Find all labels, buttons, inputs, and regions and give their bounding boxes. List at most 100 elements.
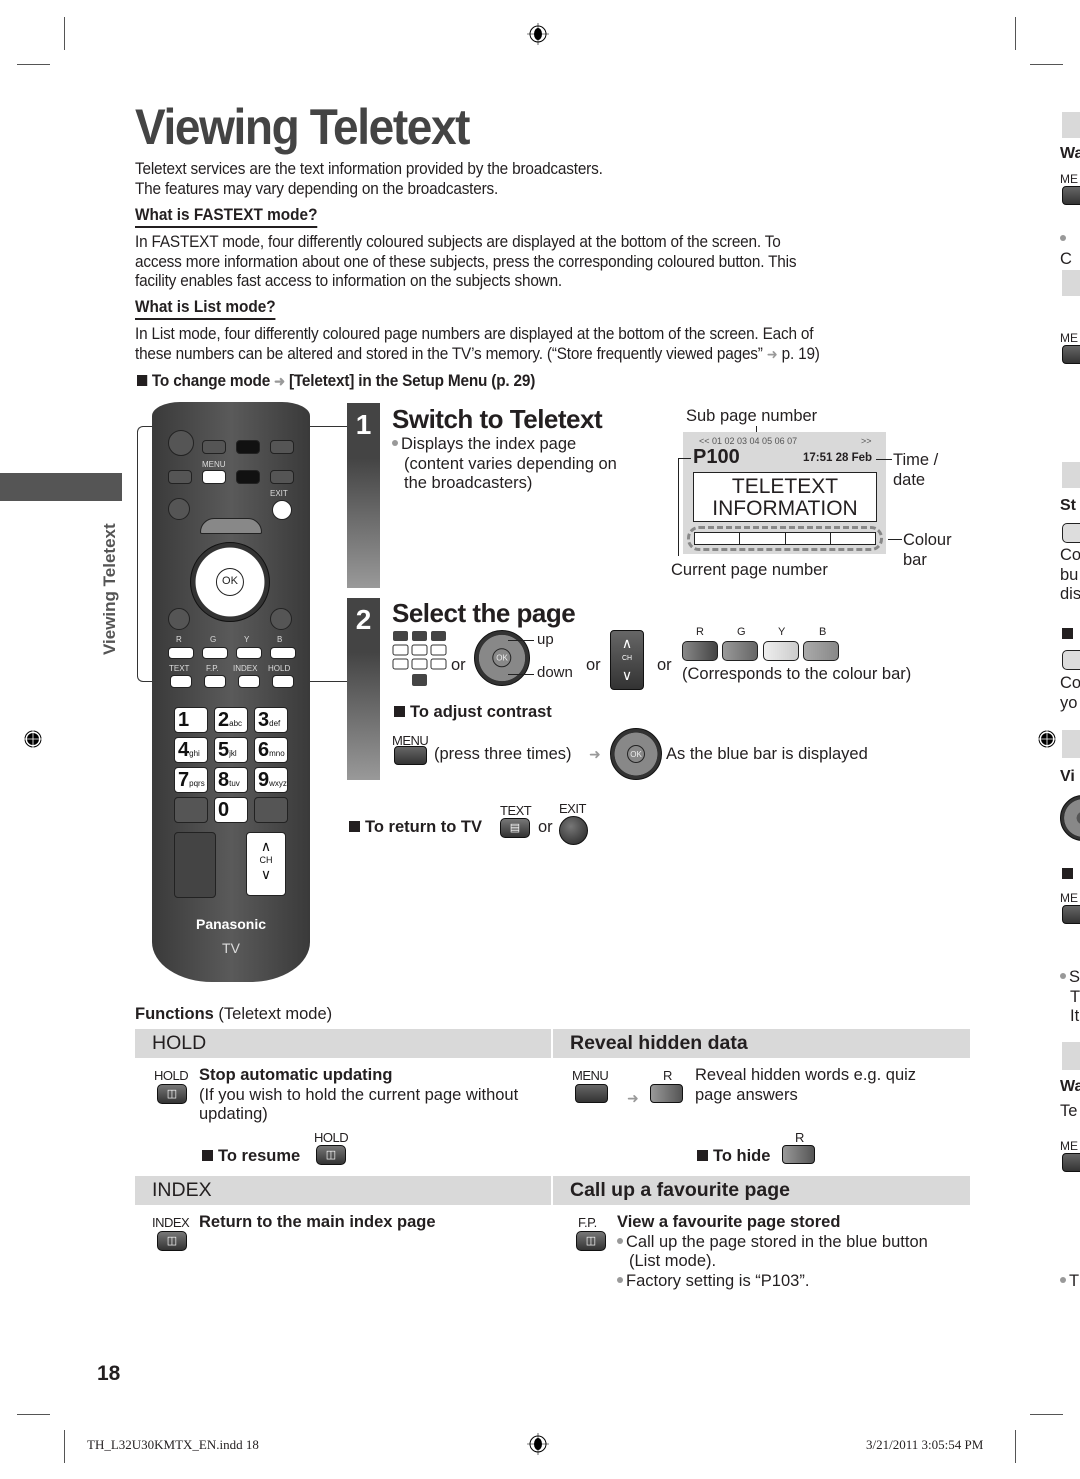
number-key-2[interactable]: 2abc	[214, 707, 248, 733]
remote-button[interactable]	[202, 440, 226, 454]
teletext-screen: << 01 02 03 04 05 06 07 >> P100 17:51 28…	[683, 432, 886, 554]
fp-button[interactable]	[204, 675, 226, 688]
remote-round-button[interactable]	[168, 498, 190, 520]
blue-key[interactable]	[803, 641, 840, 661]
facing-page-text: Co yo	[1060, 674, 1080, 713]
number-key-6[interactable]: 6mno	[254, 737, 288, 763]
hold-key-icon[interactable]: ◫	[316, 1145, 346, 1165]
remote-button[interactable]	[236, 440, 260, 454]
channel-key-icon[interactable]: ∧ CH ∨	[610, 630, 644, 690]
hold-button[interactable]	[272, 675, 294, 688]
remote-button[interactable]	[168, 470, 192, 484]
menu-label: MENU	[202, 460, 226, 469]
setup-menu-link[interactable]: [Teletext] in the Setup Menu (p. 29)	[289, 372, 535, 390]
remote-button[interactable]	[254, 797, 288, 823]
red-button[interactable]	[168, 647, 194, 659]
reveal-text: Reveal hidden words e.g. quiz	[695, 1066, 917, 1084]
index-button[interactable]	[238, 675, 260, 688]
menu-key-icon[interactable]	[575, 1084, 608, 1103]
number-key-8[interactable]: 8tuv	[214, 767, 248, 793]
red-key-icon[interactable]	[650, 1084, 683, 1103]
key-digit: 6	[258, 739, 270, 761]
ch-label: CH	[621, 655, 633, 662]
number-key-0[interactable]: 0	[214, 797, 248, 823]
heading-bold: Functions	[135, 1005, 214, 1023]
colour-key-label: Y	[778, 626, 786, 638]
red-key[interactable]	[682, 641, 718, 661]
navigation-pad[interactable]: OK	[190, 542, 270, 622]
volume-rocker[interactable]	[174, 832, 216, 898]
green-button[interactable]	[202, 647, 228, 659]
hold-title: Stop automatic updating	[199, 1066, 393, 1084]
remote-round-button[interactable]	[168, 608, 190, 630]
remote-button[interactable]	[270, 440, 294, 454]
facing-page-text: Wa	[1060, 1078, 1080, 1095]
brand-logo: Panasonic	[195, 916, 267, 932]
current-page: P100	[693, 446, 740, 468]
menu-key-icon[interactable]	[394, 746, 427, 765]
red-key-icon[interactable]	[782, 1145, 815, 1164]
hold-header: HOLD	[135, 1029, 551, 1058]
colour-bar-label: Colour bar	[903, 531, 952, 570]
text-button[interactable]	[170, 675, 192, 688]
remote-button[interactable]	[174, 797, 208, 823]
navigation-pad-icon[interactable]: OK	[474, 630, 530, 686]
remote-round-button[interactable]	[270, 608, 292, 630]
key-letters: def	[269, 719, 281, 728]
step-title: Switch to Teletext	[392, 404, 603, 434]
label-text: Time /	[893, 451, 939, 469]
number-key-4[interactable]: 4ghi	[174, 737, 208, 763]
exit-button[interactable]	[272, 500, 292, 520]
facing-page-text: bu	[1060, 565, 1079, 584]
crop-mark	[1015, 1430, 1016, 1463]
remote-button[interactable]	[270, 470, 294, 484]
index-key-icon[interactable]: ◫	[157, 1231, 187, 1251]
yellow-key[interactable]	[762, 641, 799, 661]
key-digit: 4	[178, 739, 190, 761]
number-key-5[interactable]: 5jkl	[214, 737, 248, 763]
blue-button[interactable]	[270, 647, 296, 659]
remote-arc-button[interactable]	[200, 518, 262, 534]
text-key-icon[interactable]: ▤	[500, 818, 530, 838]
number-key-3[interactable]: 3def	[254, 707, 288, 733]
yellow-button[interactable]	[236, 647, 262, 659]
channel-rocker[interactable]: ∧ CH ∨	[246, 832, 286, 896]
time-date: 17:51 28 Feb	[803, 452, 873, 464]
green-key[interactable]	[722, 641, 759, 661]
ok-button[interactable]: OK	[215, 567, 245, 597]
registration-mark-icon	[527, 23, 549, 45]
fp-key-icon[interactable]: ◫	[576, 1231, 606, 1251]
remote-button[interactable]	[236, 470, 260, 484]
arrow-right-icon: ➜	[274, 373, 285, 389]
facing-page-text: ME	[1060, 1139, 1078, 1153]
hold-key-icon[interactable]: ◫	[157, 1084, 187, 1104]
number-keys-icon[interactable]	[392, 630, 448, 688]
hold-description: Stop automatic updating (If you wish to …	[199, 1066, 518, 1125]
page-ref-link[interactable]: p. 19)	[782, 345, 820, 363]
facing-page-header	[1062, 270, 1080, 296]
key-letters: ghi	[189, 749, 200, 758]
crop-mark	[1030, 1414, 1063, 1415]
exit-key-icon[interactable]	[559, 816, 588, 845]
facing-page-text: S	[1069, 968, 1080, 986]
facing-page-text: T	[1070, 987, 1080, 1006]
square-bullet-icon	[394, 706, 405, 717]
down-label: down	[537, 664, 573, 681]
key-letters: wxyz	[269, 779, 287, 788]
crop-mark	[17, 64, 50, 65]
facing-page-text: Vi	[1060, 768, 1075, 785]
menu-button[interactable]	[202, 470, 226, 484]
page-title: Viewing Teletext	[135, 99, 470, 155]
ch-label: CH	[259, 855, 273, 865]
key-digit: 1	[178, 709, 190, 731]
list-mode-text: In List mode, four differently coloured …	[135, 325, 814, 343]
press-three-times: (press three times)	[434, 745, 572, 763]
power-button[interactable]	[168, 430, 194, 456]
step-number: 1	[347, 403, 380, 588]
navigation-pad-icon[interactable]: OK	[610, 728, 662, 780]
number-key-9[interactable]: 9wxyz	[254, 767, 288, 793]
key-letters: tuv	[229, 779, 240, 788]
number-key-7[interactable]: 7pqrs	[174, 767, 208, 793]
text-key-label: TEXT	[500, 803, 532, 818]
number-key-1[interactable]: 1	[174, 707, 208, 733]
